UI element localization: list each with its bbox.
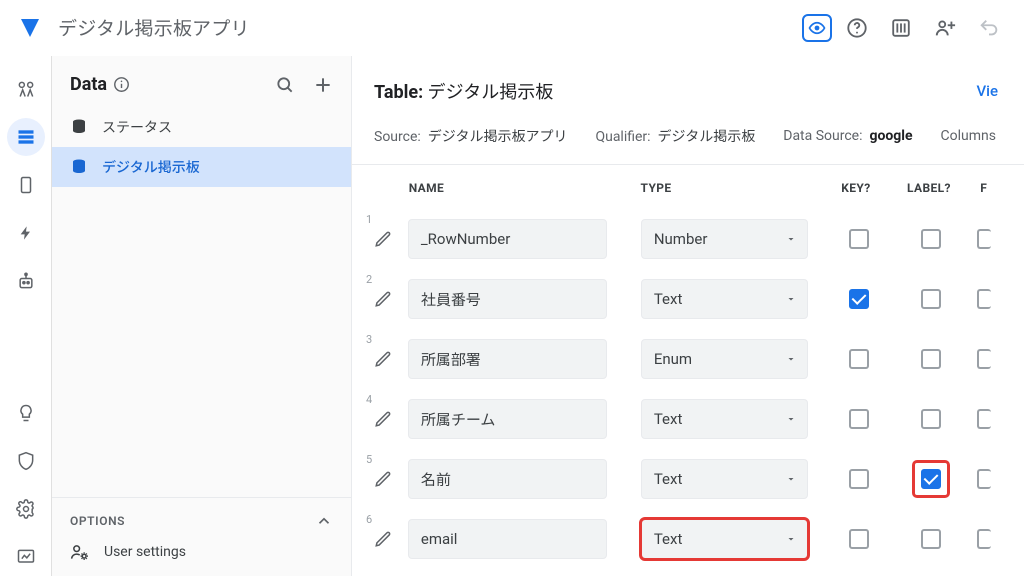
rail-actions-icon[interactable] [7, 214, 45, 252]
table-meta: Source: デジタル掲示板アプリ Qualifier: デジタル掲示板 Da… [352, 118, 1024, 165]
view-button[interactable]: Vie [972, 76, 1002, 106]
f-checkbox[interactable] [977, 229, 991, 249]
column-type-select[interactable]: Text [641, 519, 808, 559]
rail-automation-icon[interactable] [7, 262, 45, 300]
column-row: 6 email Text [352, 509, 1024, 569]
edit-column-button[interactable] [374, 350, 408, 368]
rail-intelligence-icon[interactable] [7, 394, 45, 432]
table-heading: Table: デジタル掲示板 [374, 78, 553, 104]
column-type-select[interactable]: Enum [641, 339, 808, 379]
database-icon [70, 118, 88, 136]
key-checkbox[interactable] [849, 229, 869, 249]
options-header[interactable]: OPTIONS [70, 512, 333, 530]
column-row: 4 所属チーム Text [352, 389, 1024, 449]
rail-settings-icon[interactable] [7, 490, 45, 528]
row-number: 1 [366, 213, 372, 226]
preview-button[interactable] [802, 14, 832, 42]
save-history-button[interactable] [882, 9, 920, 47]
chevron-down-icon [785, 533, 797, 545]
data-sidebar: Data ステータス デジタル掲示板 [52, 56, 352, 576]
chevron-down-icon [785, 413, 797, 425]
info-icon[interactable] [113, 76, 130, 93]
chevron-down-icon [785, 353, 797, 365]
label-checkbox[interactable] [921, 529, 941, 549]
column-row: 3 所属部署 Enum [352, 329, 1024, 389]
key-checkbox[interactable] [849, 409, 869, 429]
label-checkbox[interactable] [921, 289, 941, 309]
f-checkbox[interactable] [977, 469, 991, 489]
row-number: 4 [366, 393, 372, 406]
key-checkbox[interactable] [849, 469, 869, 489]
chevron-down-icon [785, 473, 797, 485]
row-number: 5 [366, 453, 372, 466]
f-checkbox[interactable] [977, 289, 991, 309]
edit-column-button[interactable] [374, 470, 408, 488]
column-type-select[interactable]: Number [641, 219, 808, 259]
column-type-select[interactable]: Text [641, 279, 808, 319]
sidebar-item-digital-board[interactable]: デジタル掲示板 [52, 147, 351, 187]
row-number: 2 [366, 273, 372, 286]
column-name-input[interactable]: 名前 [408, 459, 607, 499]
column-name-input[interactable]: email [408, 519, 607, 559]
app-title: デジタル掲示板アプリ [58, 14, 250, 41]
database-icon [70, 158, 88, 176]
edit-column-button[interactable] [374, 410, 408, 428]
sidebar-item-label: ステータス [102, 117, 172, 137]
column-row: 2 社員番号 Text [352, 269, 1024, 329]
column-type-select[interactable]: Text [641, 399, 808, 439]
rail-security-icon[interactable] [7, 442, 45, 480]
key-checkbox[interactable] [849, 349, 869, 369]
edit-column-button[interactable] [374, 530, 408, 548]
rail-data-icon[interactable] [7, 118, 45, 156]
chevron-down-icon [785, 233, 797, 245]
rail-home-icon[interactable] [7, 70, 45, 108]
chevron-up-icon [315, 512, 333, 530]
help-button[interactable] [838, 9, 876, 47]
column-name-input[interactable]: _RowNumber [408, 219, 607, 259]
label-checkbox[interactable] [921, 349, 941, 369]
user-settings-icon [70, 542, 90, 562]
column-name-input[interactable]: 所属チーム [408, 399, 607, 439]
row-number: 3 [366, 333, 372, 346]
column-headers: NAME TYPE KEY? LABEL? F [352, 165, 1024, 209]
f-checkbox[interactable] [977, 349, 991, 369]
label-checkbox[interactable] [921, 409, 941, 429]
label-checkbox[interactable] [921, 469, 941, 489]
sidebar-item-label: デジタル掲示板 [102, 157, 200, 177]
column-type-select[interactable]: Text [641, 459, 808, 499]
column-name-input[interactable]: 社員番号 [408, 279, 607, 319]
label-checkbox[interactable] [921, 229, 941, 249]
f-checkbox[interactable] [977, 409, 991, 429]
sidebar-item-status[interactable]: ステータス [52, 107, 351, 147]
column-name-input[interactable]: 所属部署 [408, 339, 607, 379]
edit-column-button[interactable] [374, 230, 408, 248]
main-panel: Table: デジタル掲示板 Vie Source: デジタル掲示板アプリ Qu… [352, 56, 1024, 576]
topbar: デジタル掲示板アプリ [0, 0, 1024, 56]
add-table-icon[interactable] [313, 75, 333, 95]
undo-button[interactable] [970, 9, 1008, 47]
f-checkbox[interactable] [977, 529, 991, 549]
appsheet-logo [16, 14, 44, 42]
edit-column-button[interactable] [374, 290, 408, 308]
key-checkbox[interactable] [849, 529, 869, 549]
share-button[interactable] [926, 9, 964, 47]
search-icon[interactable] [275, 75, 295, 95]
row-number: 6 [366, 513, 372, 526]
rail-views-icon[interactable] [7, 166, 45, 204]
chevron-down-icon [785, 293, 797, 305]
key-checkbox[interactable] [849, 289, 869, 309]
column-row: 1 _RowNumber Number [352, 209, 1024, 269]
column-row: 5 名前 Text [352, 449, 1024, 509]
left-rail [0, 56, 52, 576]
sidebar-title: Data [70, 74, 107, 95]
user-settings-button[interactable]: User settings [70, 530, 333, 562]
rail-manage-icon[interactable] [7, 538, 45, 576]
